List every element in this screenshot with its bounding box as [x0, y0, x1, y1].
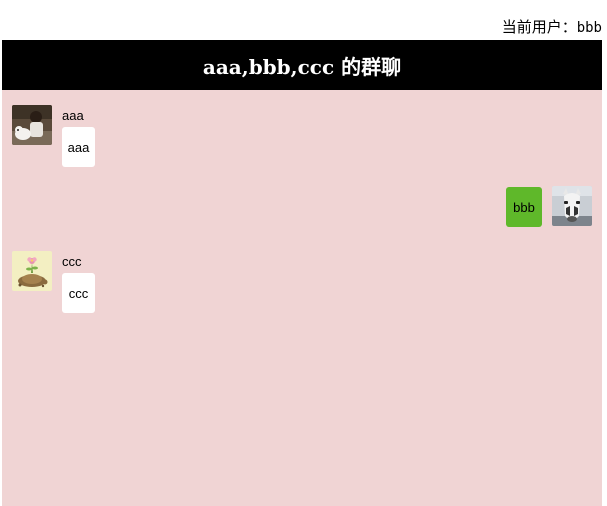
message-item: ccc ccc	[2, 236, 602, 326]
current-user-name: bbb	[576, 20, 602, 36]
current-user-indicator: 当前用户：bbb	[502, 17, 602, 38]
white-horse-photo-avatar[interactable]	[552, 186, 592, 226]
message-bubble: bbb	[506, 187, 542, 227]
flower-turtle-illustration-avatar[interactable]	[12, 251, 52, 291]
message-list[interactable]: aaa aaa bbb ccc ccc	[2, 90, 602, 506]
message-sender-name: aaa	[62, 108, 84, 123]
chat-header: aaa,bbb,ccc 的群聊	[2, 40, 602, 90]
message-bubble: aaa	[62, 127, 95, 167]
message-bubble: ccc	[62, 273, 95, 313]
current-user-label: 当前用户：	[501, 18, 577, 36]
person-with-dog-photo-avatar[interactable]	[12, 105, 52, 145]
message-item: bbb	[2, 180, 602, 236]
chat-window: aaa,bbb,ccc 的群聊 aaa aaa bbb ccc ccc	[2, 40, 602, 506]
chat-title: aaa,bbb,ccc 的群聊	[202, 54, 402, 79]
message-sender-name: ccc	[62, 254, 82, 269]
message-item: aaa aaa	[2, 90, 602, 180]
